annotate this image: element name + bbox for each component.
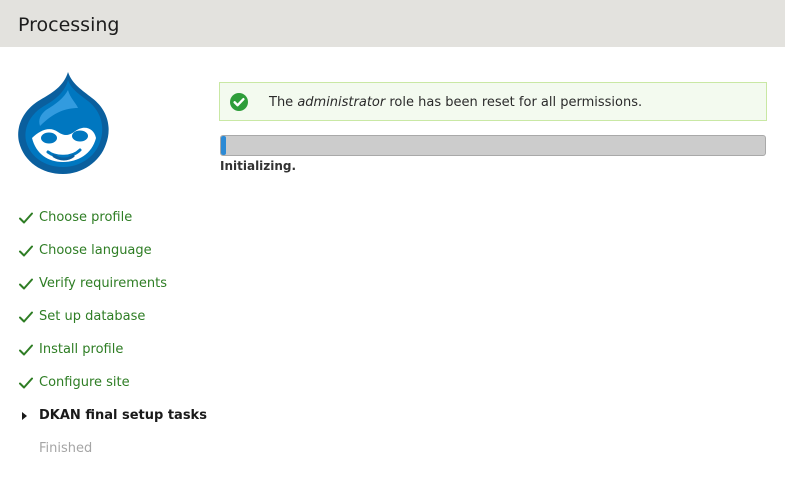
status-message: The administrator role has been reset fo… — [219, 82, 767, 121]
task-item: Configure site — [18, 370, 207, 403]
task-item: Finished — [18, 436, 207, 469]
progress-fill — [221, 136, 227, 155]
page-header: Processing — [0, 0, 785, 47]
task-item: Install profile — [18, 337, 207, 370]
checkmark-icon — [19, 278, 33, 290]
task-label: Finished — [39, 441, 93, 456]
task-label: DKAN final setup tasks — [39, 408, 207, 423]
task-label: Verify requirements — [39, 276, 168, 291]
checkmark-icon — [19, 212, 33, 224]
checkmark-icon — [19, 377, 33, 389]
triangle-right-icon — [22, 412, 27, 420]
checkmark-icon — [19, 245, 33, 257]
task-item: DKAN final setup tasks — [18, 403, 207, 436]
task-item: Choose language — [18, 238, 207, 271]
task-label: Choose profile — [39, 210, 133, 225]
progress-bar — [220, 135, 766, 156]
status-message-text: The administrator role has been reset fo… — [269, 95, 643, 110]
task-label: Choose language — [39, 243, 152, 258]
task-label: Set up database — [39, 309, 146, 324]
task-item: Verify requirements — [18, 271, 207, 304]
checkmark-icon — [19, 344, 33, 356]
checkmark-icon — [19, 311, 33, 323]
page-title: Processing — [18, 14, 120, 36]
check-circle-icon — [230, 93, 248, 111]
progress-status: Initializing. — [220, 159, 297, 173]
task-item: Set up database — [18, 304, 207, 337]
task-label: Configure site — [39, 375, 130, 390]
task-label: Install profile — [39, 342, 124, 357]
install-task-list: Choose profile Choose language Verify requ… — [18, 205, 207, 469]
role-name: administrator — [297, 95, 386, 110]
task-item: Choose profile — [18, 205, 207, 238]
drupal-drop-icon — [16, 70, 111, 180]
